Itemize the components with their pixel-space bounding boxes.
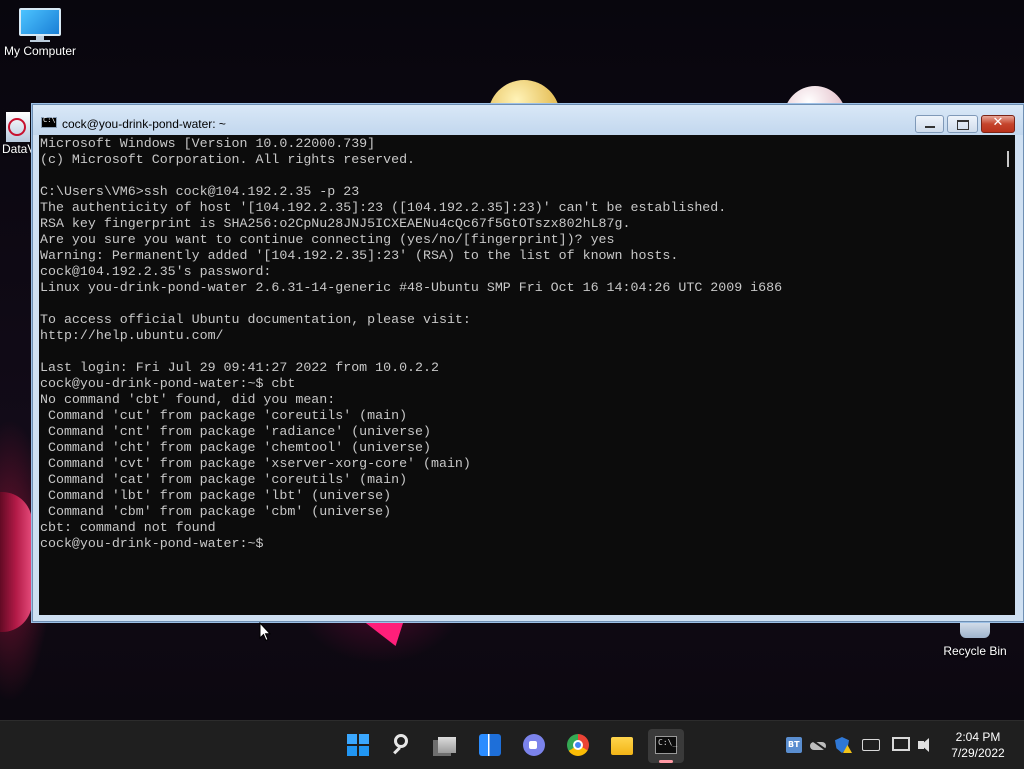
chat-button[interactable] — [516, 729, 552, 763]
terminal-line: Command 'cnt' from package 'radiance' (u… — [40, 424, 431, 439]
system-clock[interactable]: 2:04 PM 7/29/2022 — [940, 729, 1016, 761]
security-tray-icon[interactable] — [834, 737, 850, 753]
teams-chat-icon — [523, 734, 545, 756]
active-app-indicator — [659, 760, 673, 763]
terminal-line: Command 'cbm' from package 'cbm' (univer… — [40, 504, 392, 519]
terminal-line: cock@you-drink-pond-water:~$ — [40, 536, 264, 551]
window-titlebar[interactable]: cock@you-drink-pond-water: ~ ✕ — [33, 105, 1023, 135]
close-icon: ✕ — [992, 115, 1004, 130]
terminal-line: cbt: command not found — [40, 520, 216, 535]
start-button[interactable] — [340, 729, 376, 763]
terminal-text: Microsoft Windows [Version 10.0.22000.73… — [39, 135, 1001, 552]
shortcut-icon — [6, 112, 30, 142]
terminal-line: Command 'cut' from package 'coreutils' (… — [40, 408, 408, 423]
terminal-line: cock@104.192.2.35's password: — [40, 264, 272, 279]
vertical-scrollbar[interactable] — [1001, 135, 1015, 615]
terminal-line: Command 'cat' from package 'coreutils' (… — [40, 472, 408, 487]
console-window[interactable]: cock@you-drink-pond-water: ~ ✕ Microsoft… — [32, 104, 1024, 622]
minimize-button[interactable] — [915, 115, 944, 133]
terminal-line: Microsoft Windows [Version 10.0.22000.73… — [40, 136, 376, 151]
maximize-button[interactable] — [947, 115, 978, 133]
terminal-line: http://help.ubuntu.com/ — [40, 328, 224, 343]
search-icon — [394, 734, 408, 748]
file-explorer-button[interactable] — [604, 729, 640, 763]
desktop: My Computer DataV Recycle Bin cock@you-d… — [0, 0, 1024, 720]
terminal-line: Are you sure you want to continue connec… — [40, 232, 615, 247]
clock-date: 7/29/2022 — [951, 746, 1005, 760]
terminal-line: Warning: Permanently added '[104.192.2.3… — [40, 248, 679, 263]
scrollbar-thumb[interactable] — [1007, 151, 1009, 167]
clock-time: 2:04 PM — [955, 730, 1001, 744]
computer-icon — [19, 8, 61, 42]
desktop-icon-my-computer[interactable]: My Computer — [0, 8, 80, 58]
terminal-line: Command 'cht' from package 'chemtool' (u… — [40, 440, 431, 455]
desktop-icon-label: My Computer — [3, 44, 77, 58]
terminal-output[interactable]: Microsoft Windows [Version 10.0.22000.73… — [39, 135, 1001, 615]
wallpaper-shape — [0, 492, 32, 632]
widgets-icon — [479, 734, 501, 756]
desktop-icon-label: Recycle Bin — [943, 644, 1007, 658]
desktop-icon-data[interactable]: DataV — [0, 112, 36, 156]
terminal-line: Command 'lbt' from package 'lbt' (univer… — [40, 488, 392, 503]
network-icon[interactable] — [892, 737, 910, 751]
task-view-button[interactable] — [428, 729, 464, 763]
minimize-icon — [925, 126, 935, 128]
bluetooth-tray-icon[interactable] — [786, 737, 802, 753]
mouse-pointer-icon — [259, 622, 271, 642]
window-title: cock@you-drink-pond-water: ~ — [62, 117, 226, 131]
windows-start-icon — [347, 734, 369, 756]
terminal-line: Command 'cvt' from package 'xserver-xorg… — [40, 456, 471, 471]
maximize-icon — [957, 120, 969, 130]
task-view-icon — [438, 737, 456, 753]
keyboard-icon[interactable] — [862, 739, 880, 751]
terminal-line: Last login: Fri Jul 29 09:41:27 2022 fro… — [40, 360, 439, 375]
terminal-line: No command 'cbt' found, did you mean: — [40, 392, 336, 407]
volume-icon[interactable] — [918, 737, 936, 753]
search-button[interactable] — [384, 729, 420, 763]
file-explorer-icon — [611, 737, 633, 755]
close-button[interactable]: ✕ — [981, 115, 1015, 133]
taskbar: 2:04 PM 7/29/2022 — [0, 720, 1024, 769]
onedrive-tray-icon[interactable] — [810, 737, 828, 753]
chrome-icon — [567, 734, 589, 756]
terminal-line: To access official Ubuntu documentation,… — [40, 312, 471, 327]
wallpaper-shape — [362, 620, 404, 646]
desktop-icon-recycle-bin[interactable]: Recycle Bin — [940, 616, 1010, 658]
terminal-line: C:\Users\VM6>ssh cock@104.192.2.35 -p 23 — [40, 184, 360, 199]
terminal-line: (c) Microsoft Corporation. All rights re… — [40, 152, 416, 167]
terminal-line: cock@you-drink-pond-water:~$ cbt — [40, 376, 296, 391]
terminal-line: Linux you-drink-pond-water 2.6.31-14-gen… — [40, 280, 783, 295]
chrome-button[interactable] — [560, 729, 596, 763]
command-prompt-icon[interactable] — [41, 116, 57, 128]
terminal-line: RSA key fingerprint is SHA256:o2CpNu28JN… — [40, 216, 631, 231]
command-prompt-icon — [655, 736, 677, 754]
command-prompt-taskbar-button[interactable] — [648, 729, 684, 763]
terminal-line: The authenticity of host '[104.192.2.35]… — [40, 200, 727, 215]
widgets-button[interactable] — [472, 729, 508, 763]
desktop-icon-label: DataV — [2, 142, 36, 156]
